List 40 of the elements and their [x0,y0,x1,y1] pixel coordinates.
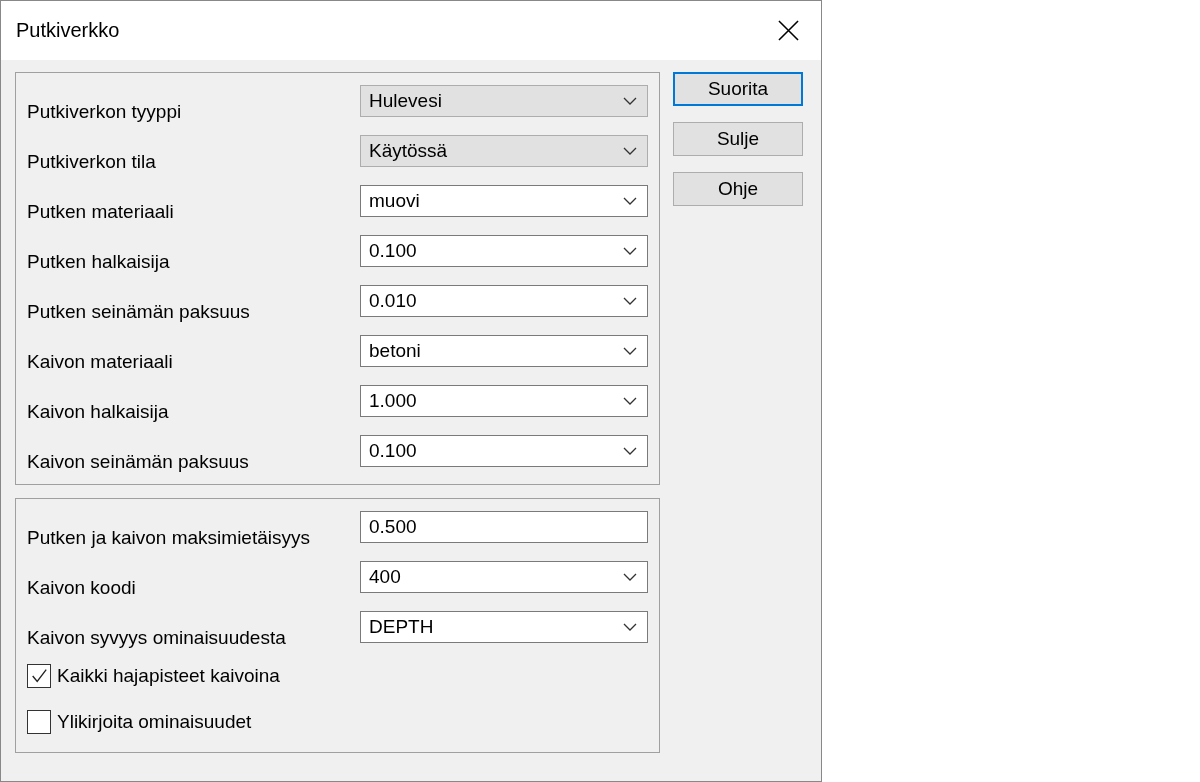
caret-icon [623,197,637,205]
field-label: Kaivon koodi [27,577,136,599]
caret-icon [623,397,637,405]
dropdown-field[interactable]: Hulevesi [360,85,648,117]
field-label: Putkiverkon tyyppi [27,101,182,123]
dialog-button[interactable]: Ohje [673,172,803,206]
field-label: Putkiverkon tila [27,151,156,173]
field-label: Kaivon halkaisija [27,401,169,423]
dropdown-field[interactable]: 0.100 [360,435,648,467]
field-label: Kaivon syvyys ominaisuudesta [27,627,286,649]
field-label: Putken materiaali [27,201,174,223]
dropdown-field[interactable]: DEPTH [360,611,648,643]
dropdown-field[interactable]: betoni [360,335,648,367]
caret-icon [623,347,637,355]
dropdown-field[interactable]: muovi [360,185,648,217]
field-label: Kaivon materiaali [27,351,173,373]
close-icon[interactable] [778,20,799,41]
checkbox[interactable]: Kaikki hajapisteet kaivoina [27,663,280,689]
caret-icon [623,623,637,631]
dropdown-field[interactable]: 400 [360,561,648,593]
caret-icon [623,247,637,255]
dropdown-field[interactable]: 0.100 [360,235,648,267]
field-label: Putken seinämän paksuus [27,301,250,323]
input-field[interactable]: 0.500 [360,511,648,543]
caret-icon [623,447,637,455]
dropdown-field[interactable]: Käytössä [360,135,648,167]
dialog-button[interactable]: Suorita [673,72,803,106]
dropdown-field[interactable]: 1.000 [360,385,648,417]
caret-icon [623,147,637,155]
dialog-button[interactable]: Sulje [673,122,803,156]
field-label: Putken halkaisija [27,251,170,273]
checkbox[interactable]: Ylikirjoita ominaisuudet [27,709,252,735]
window-title: Putkiverkko [16,19,120,42]
caret-icon [623,97,637,105]
field-label: Kaivon seinämän paksuus [27,451,249,473]
caret-icon [623,297,637,305]
caret-icon [623,573,637,581]
check-icon [30,667,48,685]
field-label: Putken ja kaivon maksimietäisyys [27,527,310,549]
dropdown-field[interactable]: 0.010 [360,285,648,317]
